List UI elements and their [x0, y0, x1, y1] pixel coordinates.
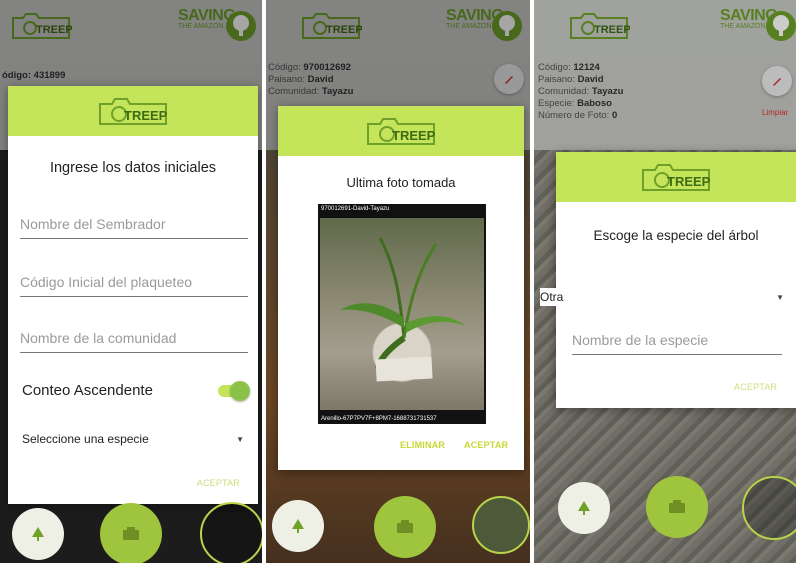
dialog-header: TREEP [278, 106, 524, 156]
dialog-title: Escoge la especie del árbol [593, 228, 759, 243]
species-name-input[interactable]: Nombre de la especie [572, 332, 782, 355]
dialog-header: TREEP [8, 86, 258, 136]
delete-button[interactable]: ELIMINAR [400, 440, 445, 450]
species-select[interactable]: Otra ▼ [540, 288, 784, 306]
last-photo-image: 970012691-David-Tayazu Arenillo-67P7PV7F… [318, 204, 486, 424]
ascending-count-row: Conteo Ascendente [22, 380, 250, 401]
ascending-count-toggle[interactable] [218, 380, 250, 401]
tree-list-button[interactable] [12, 508, 64, 560]
photo-caption-top: 970012691-David-Tayazu [321, 206, 390, 212]
camera-icon [669, 500, 685, 513]
species-select[interactable]: Seleccione una especie ▼ [22, 432, 244, 446]
svg-text:TREEP: TREEP [667, 174, 711, 189]
accept-button[interactable]: ACEPTAR [734, 382, 777, 392]
svg-text:TREEP: TREEP [392, 128, 436, 143]
svg-text:TREEP: TREEP [124, 108, 168, 123]
sower-name-input[interactable]: Nombre del Sembrador [20, 216, 248, 239]
treep-logo: TREEP [99, 98, 168, 125]
community-name-input[interactable]: Nombre de la comunidad [20, 330, 248, 353]
last-photo-dialog: TREEP Ultima foto tomada 970012691-David… [278, 106, 524, 470]
species-select-placeholder: Seleccione una especie [22, 432, 149, 446]
photo-caption-bottom: Arenillo-67P7PV7F+8PM7-1688731731537 [321, 416, 437, 422]
camera-icon [123, 527, 139, 540]
tree-list-button[interactable] [272, 500, 324, 552]
seedling-photo [320, 218, 484, 410]
ascending-count-label: Conteo Ascendente [22, 382, 153, 399]
species-select-value: Otra [540, 290, 564, 304]
gallery-button[interactable] [472, 496, 530, 554]
chevron-down-icon: ▼ [776, 292, 784, 302]
phone-screen-last-photo: TREEP SAVING THE AMAZON Código: 970012692… [266, 0, 530, 563]
camera-button[interactable] [646, 476, 708, 538]
dialog-title: Ingrese los datos iniciales [49, 160, 217, 176]
camera-icon [397, 520, 413, 533]
initial-code-input[interactable]: Código Inicial del plaqueteo [20, 274, 248, 297]
species-dialog: TREEP Escoge la especie del árbol [556, 152, 796, 408]
toggle-knob [230, 380, 250, 401]
treep-logo: TREEP [367, 118, 436, 145]
tree-list-button[interactable] [558, 482, 610, 534]
camera-button[interactable] [100, 503, 162, 563]
tree-icon [578, 501, 590, 515]
initial-data-dialog: TREEP Ingrese los datos iniciales Nombre… [8, 86, 258, 504]
treep-logo: TREEP [642, 164, 711, 191]
accept-button[interactable]: ACEPTAR [464, 440, 508, 450]
phone-screen-species: TREEP SAVING THE AMAZON Código: 12124 Pai… [534, 0, 796, 563]
tree-icon [32, 527, 44, 541]
dialog-title: Ultima foto tomada [346, 175, 456, 190]
gallery-button[interactable] [200, 502, 262, 563]
screenshot-collage: TREEP SAVING THE AMAZON ódigo: 431899 TRE… [0, 0, 796, 563]
camera-button[interactable] [374, 496, 436, 558]
chevron-down-icon: ▼ [236, 434, 244, 444]
tree-icon [292, 519, 304, 533]
seedling-plant [340, 237, 466, 382]
phone-screen-initial-data: TREEP SAVING THE AMAZON ódigo: 431899 TRE… [0, 0, 262, 563]
dialog-header: TREEP [556, 152, 796, 202]
accept-button[interactable]: ACEPTAR [197, 478, 240, 488]
